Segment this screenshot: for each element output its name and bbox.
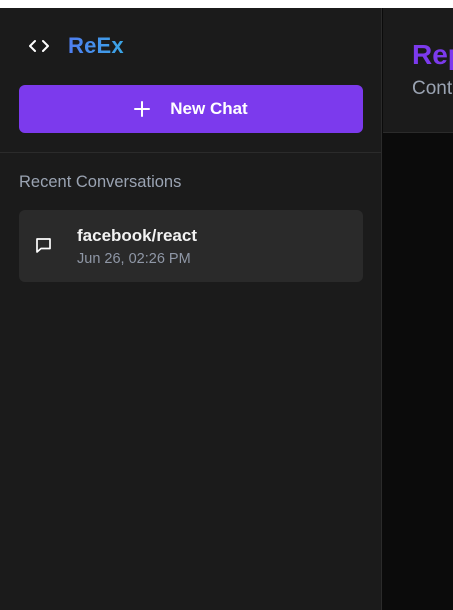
page-subtitle: Cont [412,78,453,99]
page-title: Rep [412,39,453,70]
window-top-strip [0,0,453,8]
plus-icon [134,101,151,117]
brand[interactable]: ReEx [28,33,124,59]
conversation-item[interactable]: facebook/react Jun 26, 02:26 PM [19,210,363,282]
sidebar: ReEx New Chat Recent Conversations faceb… [0,8,382,610]
conversation-title: facebook/react [77,226,197,245]
main-panel: Rep Cont [383,8,453,610]
app-name: ReEx [68,33,124,58]
code-brackets-icon [28,35,50,57]
conversation-timestamp: Jun 26, 02:26 PM [77,251,191,267]
new-chat-label: New Chat [170,99,248,118]
recent-conversations-heading: Recent Conversations [19,173,182,191]
chat-bubble-icon [34,236,53,255]
new-chat-button[interactable]: New Chat [19,85,363,133]
sidebar-divider [0,152,381,153]
main-header: Rep Cont [383,8,453,133]
